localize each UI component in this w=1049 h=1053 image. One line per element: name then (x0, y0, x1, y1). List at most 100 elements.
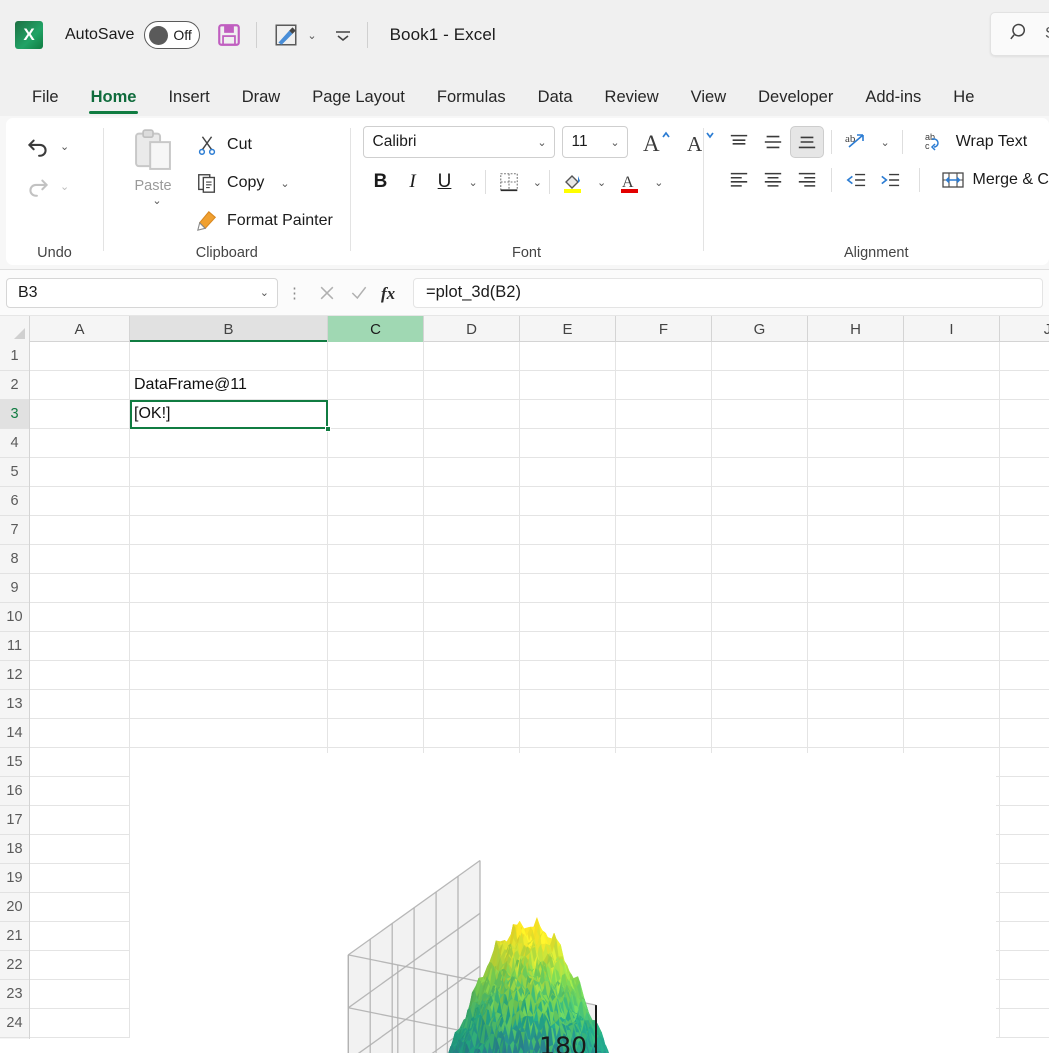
cell-A24[interactable] (30, 1009, 130, 1038)
column-header-a[interactable]: A (30, 316, 130, 342)
fill-color-button[interactable] (557, 166, 589, 198)
name-box[interactable]: B3 ⌄ (6, 277, 278, 308)
cell-B5[interactable] (130, 458, 328, 487)
cell-F10[interactable] (616, 603, 712, 632)
cell-J20[interactable] (1000, 893, 1049, 922)
row-header-21[interactable]: 21 (0, 922, 29, 951)
cell-B12[interactable] (130, 661, 328, 690)
touch-pen-icon[interactable] (273, 22, 299, 48)
cell-F2[interactable] (616, 371, 712, 400)
cell-A21[interactable] (30, 922, 130, 951)
format-painter-button[interactable]: Format Painter (196, 202, 333, 240)
cell-I1[interactable] (904, 342, 1000, 371)
cell-E1[interactable] (520, 342, 616, 371)
row-header-10[interactable]: 10 (0, 603, 29, 632)
cell-C10[interactable] (328, 603, 424, 632)
cell-J6[interactable] (1000, 487, 1049, 516)
cell-J11[interactable] (1000, 632, 1049, 661)
cell-F3[interactable] (616, 400, 712, 429)
fill-color-chevron-down-icon[interactable]: ⌄ (597, 176, 606, 189)
tab-home[interactable]: Home (81, 88, 147, 116)
cell-G2[interactable] (712, 371, 808, 400)
cell-G12[interactable] (712, 661, 808, 690)
cell-D2[interactable] (424, 371, 520, 400)
row-header-4[interactable]: 4 (0, 429, 29, 458)
row-header-22[interactable]: 22 (0, 951, 29, 980)
cut-button[interactable]: Cut (196, 126, 333, 164)
grow-font-button[interactable]: A (642, 128, 672, 156)
cell-J21[interactable] (1000, 922, 1049, 951)
font-name-chevron-down-icon[interactable]: ⌄ (537, 136, 546, 149)
cell-B7[interactable] (130, 516, 328, 545)
cell-H7[interactable] (808, 516, 904, 545)
cell-F12[interactable] (616, 661, 712, 690)
cell-D1[interactable] (424, 342, 520, 371)
formula-input[interactable]: =plot_3d(B2) (413, 277, 1043, 308)
cell-F8[interactable] (616, 545, 712, 574)
cell-D13[interactable] (424, 690, 520, 719)
cell-J2[interactable] (1000, 371, 1049, 400)
orientation-chevron-down-icon[interactable]: ⌄ (881, 136, 890, 149)
copy-chevron-down-icon[interactable]: ⌄ (280, 177, 289, 190)
wrap-text-button[interactable]: ab c Wrap Text (924, 131, 1027, 153)
column-header-j[interactable]: J (1000, 316, 1049, 342)
tab-draw[interactable]: Draw (232, 88, 291, 116)
cell-C2[interactable] (328, 371, 424, 400)
cell-H3[interactable] (808, 400, 904, 429)
cell-I11[interactable] (904, 632, 1000, 661)
cell-F5[interactable] (616, 458, 712, 487)
touch-pen-chevron-down-icon[interactable]: ⌄ (307, 29, 316, 42)
cell-D14[interactable] (424, 719, 520, 748)
cell-J23[interactable] (1000, 980, 1049, 1009)
cell-A2[interactable] (30, 371, 130, 400)
cell-A23[interactable] (30, 980, 130, 1009)
row-header-13[interactable]: 13 (0, 690, 29, 719)
cell-G3[interactable] (712, 400, 808, 429)
bold-button[interactable]: B (365, 166, 397, 198)
cell-C13[interactable] (328, 690, 424, 719)
cell-F14[interactable] (616, 719, 712, 748)
cell-B3[interactable]: [OK!] (130, 400, 328, 429)
cell-G11[interactable] (712, 632, 808, 661)
underline-chevron-down-icon[interactable]: ⌄ (469, 176, 478, 189)
cell-D9[interactable] (424, 574, 520, 603)
cell-E7[interactable] (520, 516, 616, 545)
cell-F9[interactable] (616, 574, 712, 603)
cell-A22[interactable] (30, 951, 130, 980)
search-input[interactable]: Search (990, 12, 1049, 56)
formula-bar-more-icon[interactable]: ⋮ (287, 284, 302, 302)
select-all-corner[interactable] (0, 316, 30, 342)
row-header-3[interactable]: 3 (0, 400, 29, 429)
row-header-7[interactable]: 7 (0, 516, 29, 545)
cell-A1[interactable] (30, 342, 130, 371)
column-header-f[interactable]: F (616, 316, 712, 342)
decrease-indent-button[interactable] (839, 164, 873, 196)
row-header-18[interactable]: 18 (0, 835, 29, 864)
row-header-2[interactable]: 2 (0, 371, 29, 400)
redo-chevron-down-icon[interactable]: ⌄ (60, 180, 69, 193)
cell-H12[interactable] (808, 661, 904, 690)
undo-chevron-down-icon[interactable]: ⌄ (60, 140, 69, 153)
cell-H4[interactable] (808, 429, 904, 458)
column-header-i[interactable]: I (904, 316, 1000, 342)
merge-center-button[interactable]: Merge & C (941, 169, 1049, 191)
cell-I3[interactable] (904, 400, 1000, 429)
cell-E9[interactable] (520, 574, 616, 603)
tab-data[interactable]: Data (528, 88, 583, 116)
cell-I10[interactable] (904, 603, 1000, 632)
borders-chevron-down-icon[interactable]: ⌄ (533, 176, 542, 189)
cell-G1[interactable] (712, 342, 808, 371)
tab-developer[interactable]: Developer (748, 88, 843, 116)
qat-more-chevron-down-icon[interactable] (333, 27, 353, 43)
cell-H2[interactable] (808, 371, 904, 400)
cell-A4[interactable] (30, 429, 130, 458)
row-header-19[interactable]: 19 (0, 864, 29, 893)
cell-C8[interactable] (328, 545, 424, 574)
cell-J1[interactable] (1000, 342, 1049, 371)
cell-J5[interactable] (1000, 458, 1049, 487)
cell-J19[interactable] (1000, 864, 1049, 893)
tab-page-layout[interactable]: Page Layout (302, 88, 415, 116)
align-center-button[interactable] (756, 164, 790, 196)
cell-J3[interactable] (1000, 400, 1049, 429)
cell-F11[interactable] (616, 632, 712, 661)
